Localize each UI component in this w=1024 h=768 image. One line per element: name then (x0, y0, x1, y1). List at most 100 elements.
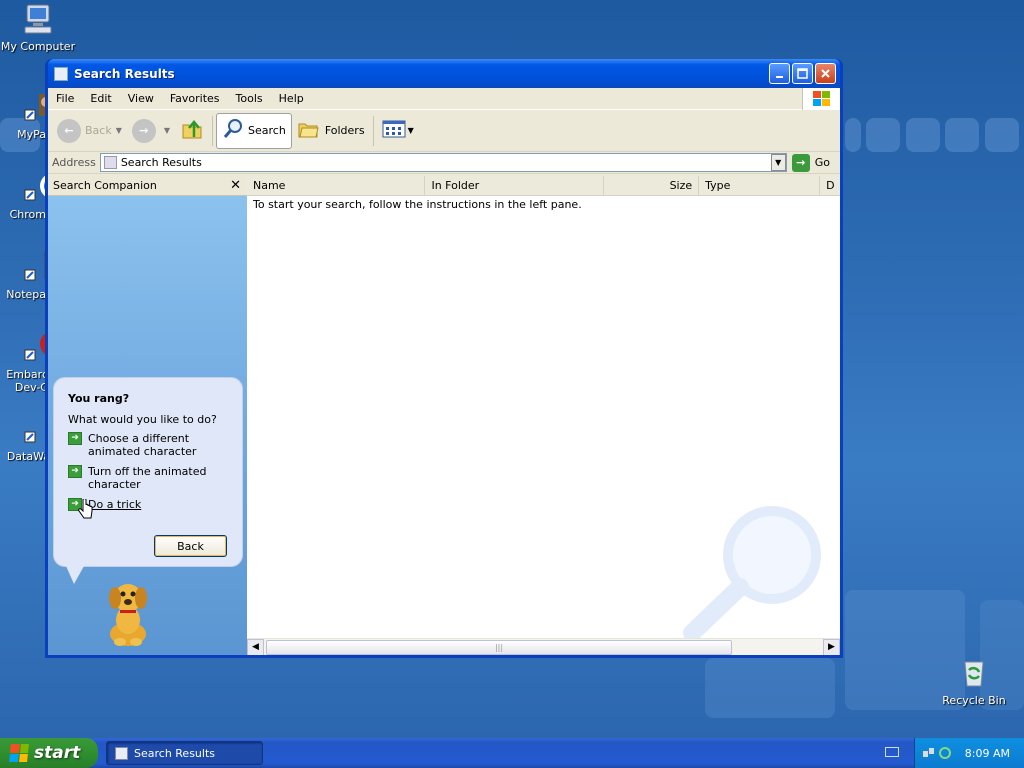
magnifier-watermark-icon (674, 495, 834, 645)
forward-arrow-icon: → (131, 118, 156, 143)
forward-button[interactable]: → ▼ (127, 113, 175, 149)
window-title: Search Results (74, 66, 175, 81)
menu-favorites[interactable]: Favorites (162, 92, 228, 105)
menu-help[interactable]: Help (271, 92, 312, 105)
balloon-question: What would you like to do? (68, 413, 217, 426)
panes: Search Companion ✕ You rang? What would … (48, 176, 840, 655)
green-arrow-icon: ➜ (68, 432, 82, 445)
window-client: File Edit View Favorites Tools Help ← Ba… (48, 87, 840, 655)
column-size[interactable]: Size (604, 176, 700, 195)
recycle-bin-icon (957, 656, 991, 690)
search-window-icon (54, 66, 68, 81)
desktop-tile (845, 118, 861, 152)
desktop-tile (945, 118, 979, 152)
system-tray: 8:09 AM (914, 738, 1024, 768)
menu-tools[interactable]: Tools (228, 92, 271, 105)
computer-icon (21, 2, 55, 36)
maximize-button[interactable] (792, 63, 813, 84)
back-button[interactable]: ← Back ▼ (52, 113, 127, 149)
go-button[interactable]: → Go (786, 153, 840, 172)
menu-bar: File Edit View Favorites Tools Help (48, 87, 840, 110)
balloon-tail (66, 566, 84, 584)
taskbar-button-label: Search Results (134, 746, 216, 760)
desktop-tile (866, 118, 900, 152)
address-field[interactable]: Search Results (99, 153, 787, 172)
option-turn-off-character[interactable]: ➜ Turn off the animated character (68, 465, 230, 491)
views-button[interactable]: ▼ (377, 113, 419, 149)
toolbar-separator (372, 115, 374, 146)
search-button[interactable]: Search (216, 112, 292, 149)
balloon-back-button[interactable]: Back (154, 535, 227, 557)
desktop-tile (906, 118, 940, 152)
chevron-down-icon: ▼ (407, 126, 414, 135)
taskbar-button-search-results[interactable]: Search Results (106, 741, 263, 765)
column-in-folder[interactable]: In Folder (425, 176, 604, 195)
option-label: Turn off the animated character (88, 465, 207, 491)
assistant-balloon: You rang? What would you like to do? ➜ C… (53, 377, 243, 584)
address-dropdown-button[interactable]: ▼ (770, 154, 786, 171)
address-label: Address (52, 156, 96, 169)
up-folder-button[interactable] (175, 113, 209, 149)
menu-view[interactable]: View (120, 92, 162, 105)
go-arrow-icon: → (791, 153, 810, 172)
search-companion-pane: Search Companion ✕ You rang? What would … (48, 176, 247, 655)
horizontal-scrollbar[interactable]: ◀ ||| ▶ (247, 638, 840, 655)
chevron-down-icon: ▼ (115, 126, 122, 135)
desktop-icon-label: Recycle Bin (942, 694, 1006, 707)
desktop-tile (985, 118, 1019, 152)
address-bar: Address Search Results ▼ → Go (48, 152, 840, 174)
folders-button[interactable]: Folders (292, 113, 370, 149)
views-icon (382, 119, 406, 142)
taskbar: start Search Results 8:09 AM (0, 738, 1024, 768)
search-results-window: Search Results File Edit View Favorites … (45, 59, 843, 658)
results-message: To start your search, follow the instruc… (253, 198, 582, 211)
folders-label: Folders (324, 124, 365, 137)
windows-flag-icon (9, 744, 29, 762)
windows-logo-icon (802, 87, 840, 110)
column-name[interactable]: Name (247, 176, 426, 195)
clock: 8:09 AM (964, 746, 1010, 760)
keyboard-icon[interactable] (885, 747, 899, 757)
back-label: Back (85, 124, 112, 137)
desktop-icon-my-computer[interactable]: My Computer (0, 2, 76, 53)
search-results-icon (115, 746, 128, 760)
search-label: Search (248, 124, 286, 137)
option-label: Choose a different animated character (88, 432, 197, 458)
minimize-button[interactable] (769, 63, 790, 84)
green-arrow-icon: ➜ (68, 465, 82, 478)
column-headers: Name In Folder Size Type D (247, 176, 840, 196)
scroll-right-button[interactable]: ▶ (823, 638, 840, 655)
folders-icon (297, 118, 321, 143)
desktop-icon-label: My Computer (0, 40, 76, 53)
start-label: start (34, 743, 81, 763)
menu-edit[interactable]: Edit (82, 92, 119, 105)
close-button[interactable] (815, 63, 836, 84)
scroll-thumb[interactable]: ||| (266, 639, 732, 655)
column-type[interactable]: Type (699, 176, 821, 195)
back-arrow-icon: ← (57, 118, 81, 143)
start-button[interactable]: start (0, 738, 98, 768)
close-pane-icon[interactable]: ✕ (230, 178, 241, 193)
chevron-down-icon: ▼ (163, 126, 171, 135)
option-label: Do a trick (88, 498, 142, 511)
toolbar-separator (212, 115, 214, 146)
search-companion-header: Search Companion ✕ (48, 176, 247, 196)
search-companion-title: Search Companion (53, 179, 157, 192)
desktop-tile (705, 658, 835, 718)
search-dog-icon[interactable] (98, 576, 158, 648)
go-label: Go (814, 156, 830, 169)
search-icon (222, 118, 244, 143)
network-icon[interactable] (922, 747, 935, 759)
search-results-icon (103, 156, 117, 169)
up-folder-icon (180, 117, 204, 144)
update-icon[interactable] (938, 747, 951, 759)
option-choose-character[interactable]: ➜ Choose a different animated character (68, 432, 230, 458)
desktop-icon-recycle-bin[interactable]: Recycle Bin (936, 656, 1012, 707)
menu-file[interactable]: File (48, 92, 82, 105)
scroll-left-button[interactable]: ◀ (247, 638, 264, 655)
column-date[interactable]: D (820, 176, 840, 195)
address-value: Search Results (120, 156, 202, 169)
hand-cursor-icon (78, 498, 94, 524)
title-bar[interactable]: Search Results (48, 59, 840, 88)
results-pane: Name In Folder Size Type D To start your… (247, 176, 840, 655)
